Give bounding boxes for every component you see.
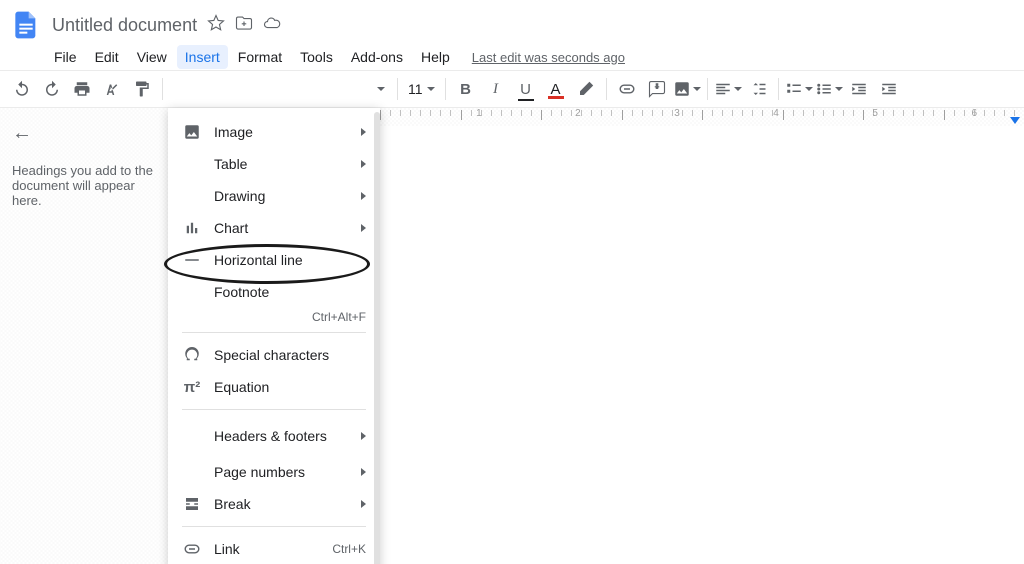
divider xyxy=(182,409,366,410)
undo-button[interactable] xyxy=(8,75,36,103)
submenu-arrow-icon xyxy=(361,224,366,232)
image-icon xyxy=(182,123,202,141)
italic-button[interactable]: I xyxy=(482,75,510,103)
menu-insert[interactable]: Insert xyxy=(177,45,228,69)
cloud-icon[interactable] xyxy=(263,14,281,37)
last-edit-link[interactable]: Last edit was seconds ago xyxy=(472,50,625,65)
insert-headers-footers-item[interactable]: Headers & footers xyxy=(168,416,380,456)
hline-icon xyxy=(182,251,202,269)
link-icon xyxy=(182,540,202,558)
ruler-number: 6 xyxy=(971,108,977,119)
ruler-number: 1 xyxy=(476,108,482,119)
menu-label: Page numbers xyxy=(214,464,305,480)
menu-label: Chart xyxy=(214,220,248,236)
menu-label: Table xyxy=(214,156,247,172)
menu-view[interactable]: View xyxy=(129,45,175,69)
move-icon[interactable] xyxy=(235,14,253,37)
divider xyxy=(182,526,366,527)
indent-button[interactable] xyxy=(875,75,903,103)
menu-label: Horizontal line xyxy=(214,252,303,268)
insert-image-item[interactable]: Image xyxy=(168,116,380,148)
menu-file[interactable]: File xyxy=(46,45,85,69)
insert-drawing-item[interactable]: Drawing xyxy=(168,180,380,212)
chart-icon xyxy=(182,219,202,237)
menu-label: Footnote xyxy=(214,284,269,300)
highlight-button[interactable] xyxy=(572,75,600,103)
text-color-button[interactable]: A xyxy=(542,75,570,103)
outline-back-arrow[interactable]: ← xyxy=(12,122,157,145)
outdent-button[interactable] xyxy=(845,75,873,103)
ruler-number: 5 xyxy=(872,108,878,119)
align-button[interactable] xyxy=(714,75,742,103)
insert-comment-button[interactable] xyxy=(643,75,671,103)
redo-button[interactable] xyxy=(38,75,66,103)
ruler-number: 4 xyxy=(773,108,779,119)
menu-label: Equation xyxy=(214,379,269,395)
ruler-number: 3 xyxy=(674,108,680,119)
insert-table-item[interactable]: Table xyxy=(168,148,380,180)
bullet-list-button[interactable] xyxy=(815,75,843,103)
bold-button[interactable]: B xyxy=(452,75,480,103)
insert-link-button[interactable] xyxy=(613,75,641,103)
print-button[interactable] xyxy=(68,75,96,103)
line-spacing-button[interactable] xyxy=(744,75,772,103)
separator xyxy=(397,78,398,100)
separator xyxy=(707,78,708,100)
submenu-arrow-icon xyxy=(361,432,366,440)
submenu-arrow-icon xyxy=(361,160,366,168)
paint-format-button[interactable] xyxy=(128,75,156,103)
insert-equation-item[interactable]: π² Equation xyxy=(168,371,380,403)
insert-chart-item[interactable]: Chart xyxy=(168,212,380,244)
divider xyxy=(182,332,366,333)
submenu-arrow-icon xyxy=(361,468,366,476)
document-title[interactable]: Untitled document xyxy=(52,15,197,36)
checklist-button[interactable] xyxy=(785,75,813,103)
insert-horizontal-line-item[interactable]: Horizontal line xyxy=(168,244,380,276)
submenu-arrow-icon xyxy=(361,128,366,136)
underline-button[interactable]: U xyxy=(512,75,540,103)
insert-special-chars-item[interactable]: Special characters xyxy=(168,339,380,371)
separator xyxy=(606,78,607,100)
insert-footnote-item[interactable]: Footnote xyxy=(168,276,380,308)
paragraph-style-dropdown[interactable] xyxy=(371,87,391,91)
menu-label: Link xyxy=(214,541,240,557)
menu-label: Drawing xyxy=(214,188,265,204)
font-size-select[interactable]: 11 xyxy=(404,81,439,97)
spellcheck-button[interactable] xyxy=(98,75,126,103)
submenu-arrow-icon xyxy=(361,500,366,508)
separator xyxy=(162,78,163,100)
separator xyxy=(778,78,779,100)
omega-icon xyxy=(182,346,202,364)
break-icon xyxy=(182,495,202,513)
horizontal-ruler[interactable]: 1 2 3 4 5 6 xyxy=(380,108,1024,127)
menu-tools[interactable]: Tools xyxy=(292,45,341,69)
star-icon[interactable] xyxy=(207,14,225,37)
insert-page-numbers-item[interactable]: Page numbers xyxy=(168,456,380,488)
insert-menu-dropdown: Image Table Drawing Chart Horizontal lin… xyxy=(168,108,380,564)
menu-edit[interactable]: Edit xyxy=(87,45,127,69)
docs-logo[interactable] xyxy=(8,7,44,43)
outline-empty-hint: Headings you add to the document will ap… xyxy=(12,163,157,208)
font-size-value: 11 xyxy=(408,81,423,97)
footnote-shortcut: Ctrl+Alt+F xyxy=(312,310,366,324)
menu-addons[interactable]: Add-ons xyxy=(343,45,411,69)
menu-format[interactable]: Format xyxy=(230,45,290,69)
menu-label: Image xyxy=(214,124,253,140)
menu-label: Break xyxy=(214,496,251,512)
menu-help[interactable]: Help xyxy=(413,45,458,69)
separator xyxy=(445,78,446,100)
insert-image-button[interactable] xyxy=(673,75,701,103)
pi-icon: π² xyxy=(182,379,202,396)
insert-break-item[interactable]: Break xyxy=(168,488,380,520)
menu-label: Special characters xyxy=(214,347,329,363)
menu-label: Headers & footers xyxy=(214,427,327,445)
document-page[interactable] xyxy=(380,126,1024,564)
ruler-number: 2 xyxy=(575,108,581,119)
link-shortcut: Ctrl+K xyxy=(332,542,366,556)
insert-link-item[interactable]: Link Ctrl+K xyxy=(168,533,380,564)
submenu-arrow-icon xyxy=(361,192,366,200)
